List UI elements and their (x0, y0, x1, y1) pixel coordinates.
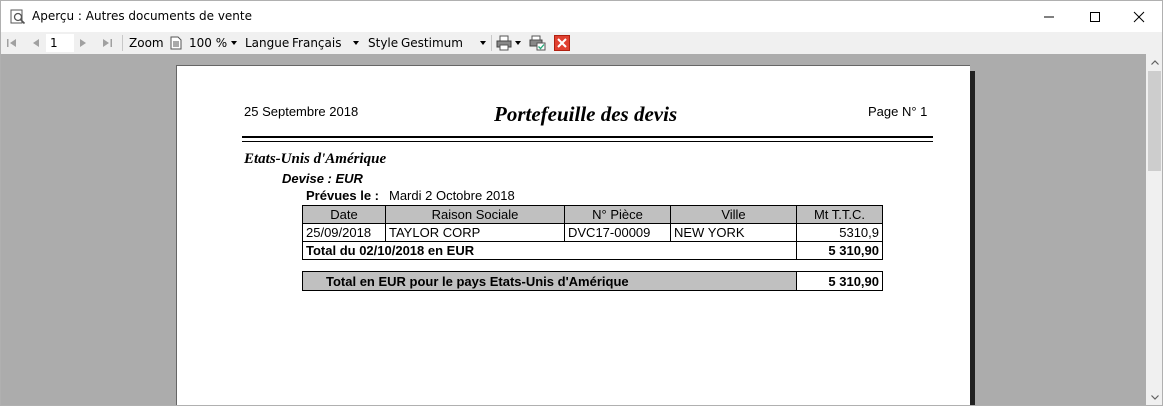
table-row: 25/09/2018 TAYLOR CORP DVC17-00009 NEW Y… (302, 223, 883, 242)
last-page-icon (103, 39, 112, 47)
zoom-select[interactable]: 100 % (187, 34, 239, 52)
close-red-icon (554, 35, 570, 51)
previous-page-button[interactable] (30, 32, 42, 54)
column-header-piece: N° Pièce (564, 205, 671, 224)
header-rule (242, 136, 933, 138)
scroll-down-button[interactable] (1146, 389, 1162, 405)
style-select[interactable]: Gestimum (398, 34, 488, 52)
table-header-row: Date Raison Sociale N° Pièce Ville Mt T.… (302, 205, 883, 224)
subtotal-row: Total du 02/10/2018 en EUR 5 310,90 (302, 241, 883, 260)
cell-ville: NEW YORK (670, 223, 797, 242)
first-page-icon (7, 39, 16, 47)
preview-window: Aperçu : Autres documents de vente 1 Zoo… (0, 0, 1163, 406)
previous-page-icon (33, 39, 39, 47)
total-row: Total en EUR pour le pays Etats-Unis d'A… (302, 271, 883, 291)
column-header-ville: Ville (670, 205, 797, 224)
report-title: Portefeuille des devis (494, 102, 678, 126)
page-icon (170, 36, 182, 50)
close-icon (1133, 11, 1145, 22)
header-rule (242, 141, 933, 142)
vertical-scrollbar[interactable] (1146, 54, 1162, 405)
preview-viewer: 25 Septembre 2018 Portefeuille des devis… (1, 54, 1146, 405)
langue-value: Français (292, 36, 342, 50)
total-value: 5 310,90 (796, 271, 883, 291)
column-header-raison-sociale: Raison Sociale (385, 205, 565, 224)
maximize-button[interactable] (1072, 1, 1118, 32)
total-label: Total en EUR pour le pays Etats-Unis d'A… (302, 271, 797, 291)
print-options-dropdown[interactable] (515, 32, 521, 54)
chevron-down-icon (515, 41, 521, 45)
toolbar-separator (122, 35, 123, 51)
chevron-down-icon (480, 41, 486, 45)
cell-piece: DVC17-00009 (564, 223, 671, 242)
page-number-input[interactable]: 1 (46, 34, 74, 52)
preview-magnifier-icon (10, 9, 26, 25)
cell-montant: 5310,9 (796, 223, 883, 242)
title-bar: Aperçu : Autres documents de vente (1, 1, 1162, 32)
close-preview-button[interactable] (554, 32, 570, 54)
chevron-down-icon (1150, 395, 1159, 400)
window-title: Aperçu : Autres documents de vente (32, 9, 252, 23)
currency-heading: Devise : EUR (282, 171, 363, 186)
chevron-down-icon (231, 41, 237, 45)
planned-date-label: Prévues le : (306, 188, 379, 203)
planned-date-value: Mardi 2 Octobre 2018 (389, 188, 515, 203)
next-page-button[interactable] (77, 32, 89, 54)
quotes-table: Date Raison Sociale N° Pièce Ville Mt T.… (302, 205, 883, 260)
report-date: 25 Septembre 2018 (244, 104, 359, 119)
chevron-down-icon (353, 41, 359, 45)
close-window-button[interactable] (1116, 1, 1162, 32)
report-page: 25 Septembre 2018 Portefeuille des devis… (176, 65, 970, 405)
next-page-icon (80, 39, 86, 47)
cell-date: 25/09/2018 (302, 223, 386, 242)
cell-raison-sociale: TAYLOR CORP (385, 223, 565, 242)
country-heading: Etats-Unis d'Amérique (244, 151, 387, 167)
print-setup-button[interactable] (529, 32, 547, 54)
langue-label: Langue (245, 36, 290, 50)
preview-toolbar: 1 Zoom 100 % Langue Français Style Gesti… (1, 32, 1162, 54)
print-button[interactable] (496, 32, 512, 54)
scrollbar-thumb[interactable] (1148, 71, 1161, 171)
report-page-number: Page N° 1 (868, 104, 928, 119)
column-header-date: Date (302, 205, 386, 224)
minimize-icon (1044, 16, 1054, 17)
subtotal-value: 5 310,90 (796, 241, 883, 260)
minimize-button[interactable] (1026, 1, 1072, 32)
chevron-up-icon (1150, 60, 1159, 65)
printer-icon (496, 35, 512, 51)
last-page-button[interactable] (101, 32, 113, 54)
subtotal-label: Total du 02/10/2018 en EUR (302, 241, 797, 260)
country-total-table: Total en EUR pour le pays Etats-Unis d'A… (302, 271, 883, 291)
first-page-button[interactable] (6, 32, 18, 54)
langue-select[interactable]: Français (289, 34, 361, 52)
style-label: Style (368, 36, 399, 50)
column-header-montant: Mt T.T.C. (796, 205, 883, 224)
maximize-icon (1090, 11, 1100, 22)
print-setup-icon (529, 35, 546, 51)
zoom-label: Zoom (129, 36, 164, 50)
style-value: Gestimum (401, 36, 463, 50)
toolbar-separator (491, 35, 492, 51)
zoom-value: 100 % (189, 36, 228, 50)
scroll-up-button[interactable] (1146, 54, 1162, 71)
page-zoom-icon-button[interactable] (170, 32, 182, 54)
